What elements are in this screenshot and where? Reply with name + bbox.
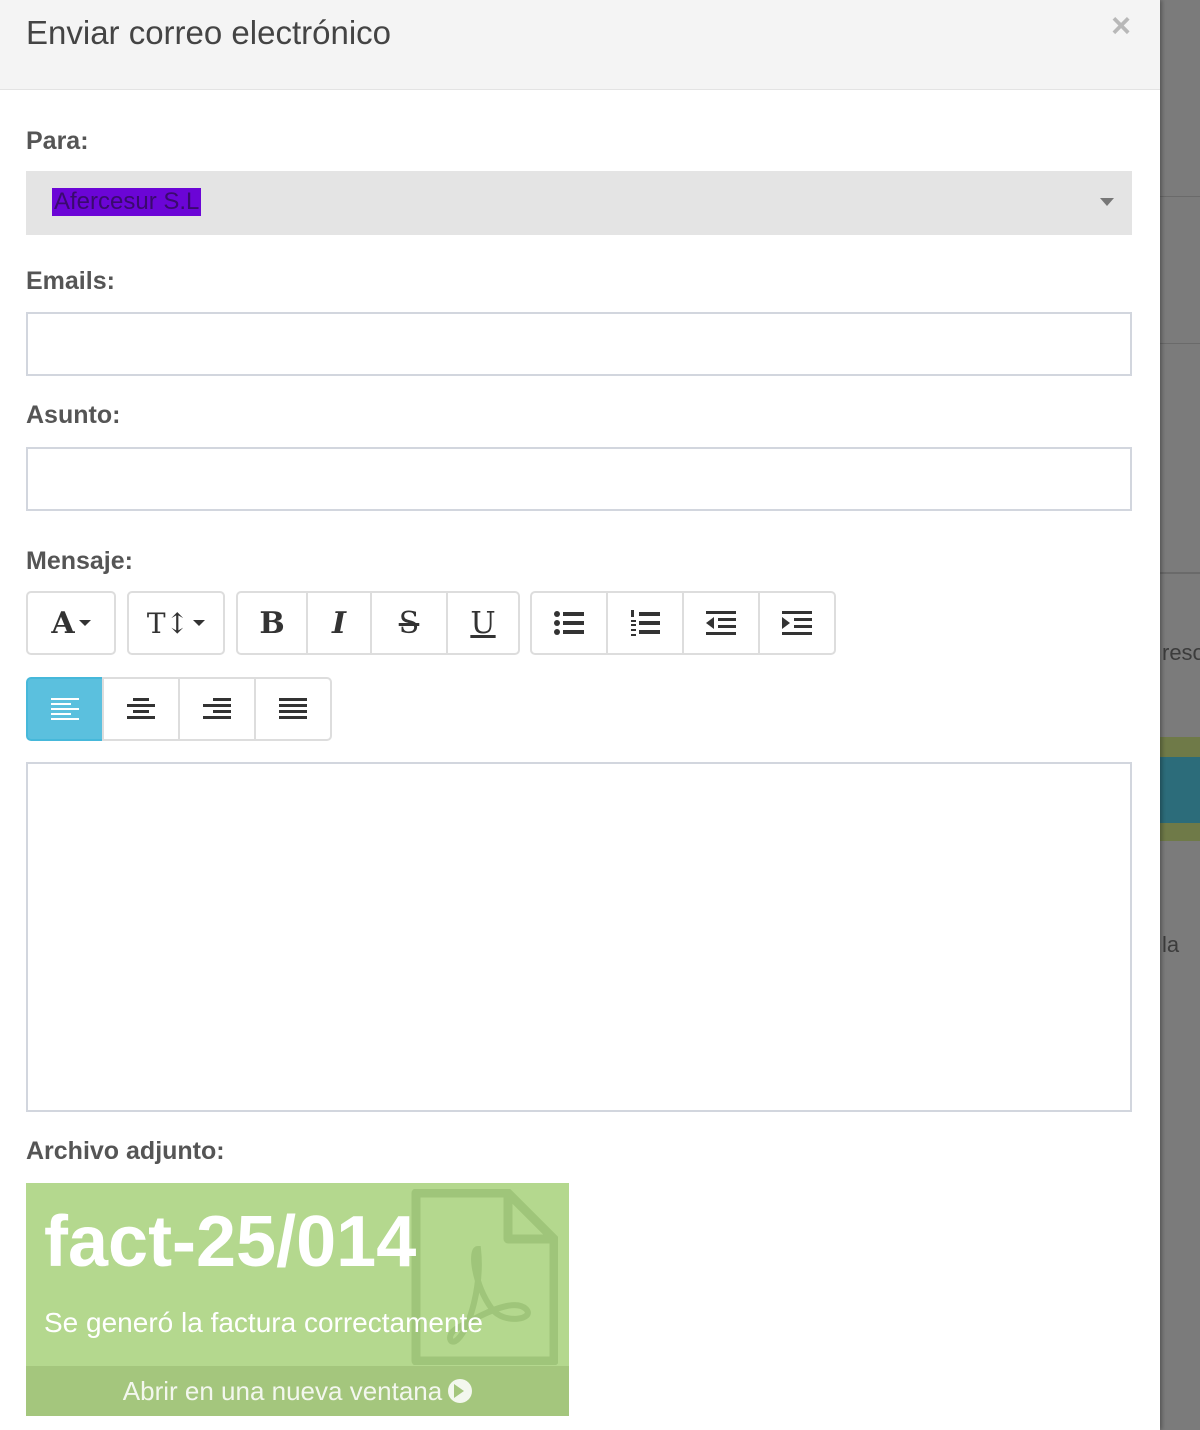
align-left-icon (51, 698, 79, 720)
background-divider (1160, 196, 1200, 197)
message-label: Mensaje: (26, 547, 133, 575)
emails-input[interactable] (26, 312, 1132, 376)
background-divider (1160, 572, 1200, 574)
outdent-button[interactable] (682, 591, 760, 655)
to-select-value: Afercesur S.L (52, 188, 202, 216)
align-right-button[interactable] (178, 677, 256, 741)
text-height-icon: T↕ (146, 606, 190, 640)
underline-button[interactable]: U (446, 591, 520, 655)
emails-label: Emails: (26, 267, 115, 295)
attachment-description: Se generó la factura correctamente (44, 1307, 483, 1338)
alignment-group (26, 677, 332, 741)
font-group: A (26, 591, 116, 655)
list-ol-icon (631, 610, 660, 636)
font-size-group: T↕ (127, 591, 225, 655)
attachment-name: fact-25/014 (44, 1202, 417, 1282)
indent-icon (782, 611, 812, 635)
background-page (1160, 0, 1200, 1430)
background-band (1160, 757, 1200, 823)
background-band (1160, 737, 1200, 757)
email-modal: Enviar correo electrónico × Para: Aferce… (0, 0, 1160, 1430)
subject-input[interactable] (26, 447, 1132, 511)
align-center-button[interactable] (102, 677, 180, 741)
caret-down-icon (193, 620, 206, 626)
bold-icon: B (259, 605, 285, 641)
align-justify-icon (279, 698, 307, 719)
background-band (1160, 823, 1200, 841)
align-center-icon (127, 698, 155, 719)
align-left-button[interactable] (26, 677, 104, 741)
italic-button[interactable]: I (306, 591, 372, 655)
bullet-list-button[interactable] (530, 591, 608, 655)
background-divider (1160, 343, 1200, 344)
font-size-button[interactable]: T↕ (127, 591, 225, 655)
caret-down-icon (78, 620, 91, 626)
strikethrough-button[interactable]: S (370, 591, 448, 655)
modal-header: Enviar correo electrónico × (0, 0, 1160, 90)
to-label: Para: (26, 127, 89, 155)
format-group: B I S U (236, 591, 520, 655)
close-button[interactable]: × (1106, 8, 1136, 44)
background-text: reso (1162, 640, 1200, 665)
font-button[interactable]: A (26, 591, 116, 655)
list-ul-icon (554, 611, 584, 635)
attachment-box: fact-25/014 Se generó la factura correct… (26, 1183, 569, 1416)
font-icon: A (51, 605, 75, 641)
align-right-icon (203, 698, 231, 719)
to-select[interactable]: Afercesur S.L (26, 171, 1132, 235)
list-group (530, 591, 836, 655)
modal-title: Enviar correo electrónico (26, 14, 391, 51)
arrow-circle-right-icon (448, 1379, 473, 1403)
open-new-window-link[interactable]: Abrir en una nueva ventana (26, 1366, 569, 1416)
numbered-list-button[interactable] (606, 591, 684, 655)
attachment-label: Archivo adjunto: (26, 1137, 225, 1165)
strikethrough-icon: S (398, 605, 420, 641)
chevron-down-icon (1100, 198, 1114, 206)
bold-button[interactable]: B (236, 591, 308, 655)
indent-button[interactable] (758, 591, 836, 655)
background-text: la (1162, 932, 1180, 957)
subject-label: Asunto: (26, 401, 121, 429)
outdent-icon (706, 611, 736, 635)
italic-icon: I (331, 605, 347, 641)
open-new-window-label: Abrir en una nueva ventana (122, 1376, 443, 1406)
underline-icon: U (470, 605, 496, 641)
message-editor[interactable] (26, 762, 1132, 1112)
align-justify-button[interactable] (254, 677, 332, 741)
